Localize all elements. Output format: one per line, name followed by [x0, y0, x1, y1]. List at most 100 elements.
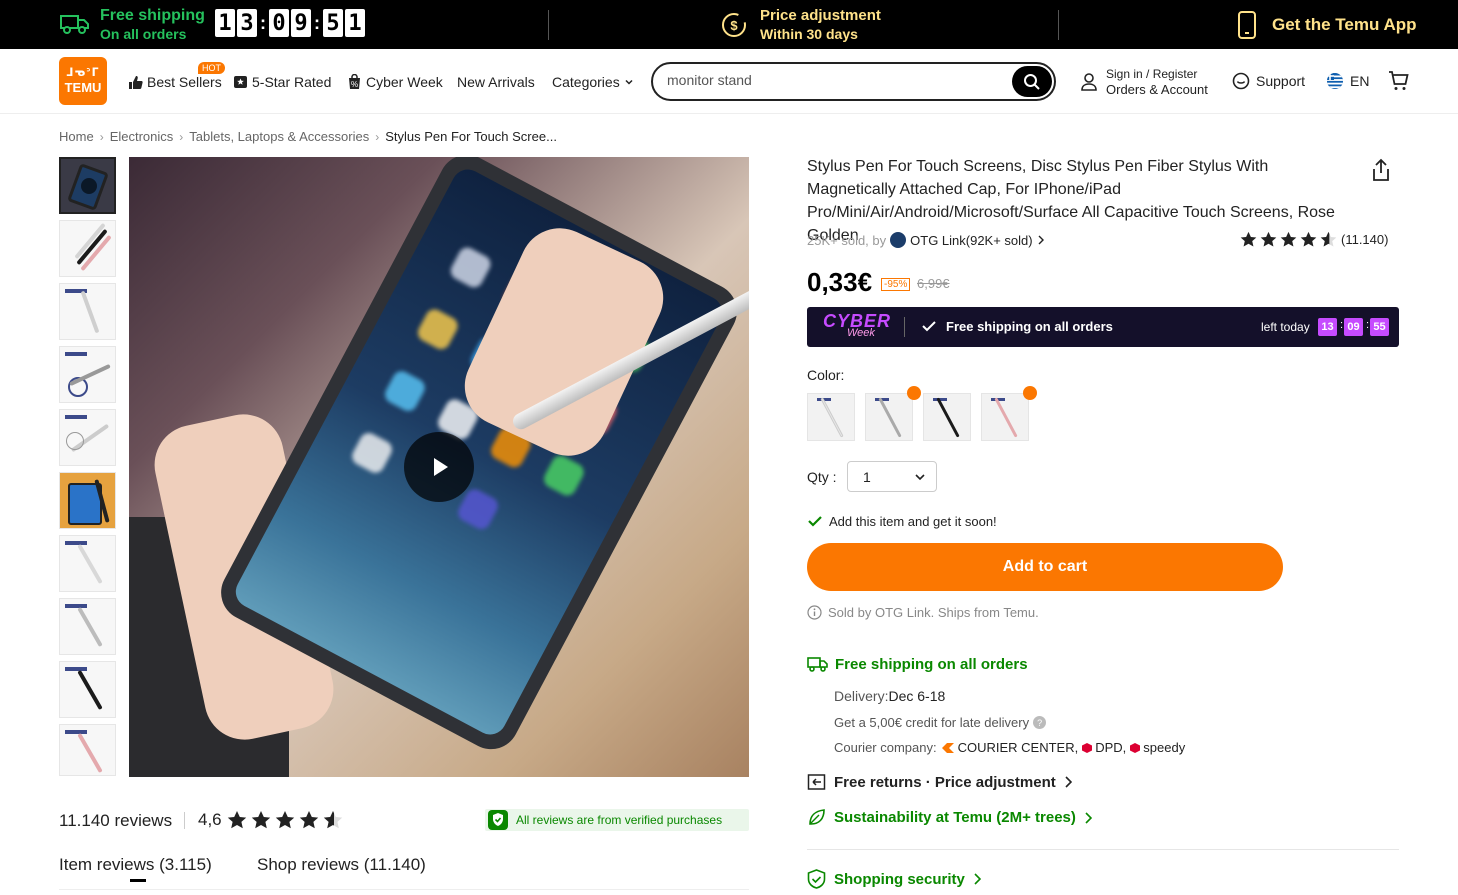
thumbnail-image[interactable]: [59, 409, 116, 466]
promo-divider: [548, 10, 549, 40]
rating-stars: [1240, 231, 1337, 248]
courier-center-name: COURIER CENTER,: [957, 740, 1079, 755]
logo-glyphs: ᒧᓀᐣᒥ: [66, 67, 100, 79]
svg-text:$: $: [730, 18, 738, 33]
play-video-button[interactable]: [404, 432, 474, 502]
user-icon: [1081, 73, 1097, 91]
countdown-digit: 1: [215, 9, 235, 37]
sustainability-link[interactable]: Sustainability at Temu (2M+ trees): [807, 808, 1092, 827]
price-adjust-icon: $: [722, 13, 746, 37]
breadcrumb-home[interactable]: Home: [59, 129, 94, 144]
truck-icon: [60, 15, 89, 34]
verified-text: All reviews are from verified purchases: [516, 813, 723, 827]
reviews-score: 4,6: [198, 810, 222, 829]
search-button[interactable]: [1012, 66, 1052, 97]
breadcrumb-tablets[interactable]: Tablets, Laptops & Accessories: [189, 129, 369, 144]
product-main-image[interactable]: [129, 157, 749, 777]
share-icon: [1373, 158, 1389, 181]
nav-categories[interactable]: Categories: [552, 74, 634, 90]
dpd-logo: [1082, 742, 1093, 753]
chevron-right-icon: ›: [99, 129, 104, 144]
shopping-security-link[interactable]: Shopping security: [807, 869, 981, 889]
thumbnail-image[interactable]: [59, 346, 116, 403]
color-swatch-rose-gold[interactable]: [981, 393, 1029, 441]
quantity-select[interactable]: 1: [847, 461, 937, 492]
product-rating[interactable]: (11.140): [1240, 231, 1388, 248]
tab-item-reviews[interactable]: Item reviews (3.115): [59, 855, 212, 875]
promo-shipping-title: Free shipping: [100, 7, 205, 24]
thumbnail-list: [59, 157, 116, 782]
search-bar: [651, 62, 1056, 101]
account-menu[interactable]: Sign in / Register Orders & Account: [1080, 67, 1208, 97]
thumbnail-video[interactable]: [59, 157, 116, 214]
search-input[interactable]: [667, 72, 997, 88]
support-link[interactable]: Support: [1232, 72, 1305, 90]
nav-best-sellers[interactable]: Best Sellers: [128, 74, 222, 90]
sold-info: 25K+ sold, by OTG Link(92K+ sold): [807, 232, 1045, 248]
free-shipping-section[interactable]: Free shipping on all orders: [807, 656, 1028, 673]
color-swatch-silver[interactable]: [865, 393, 913, 441]
star-half-icon: [1320, 231, 1337, 247]
greece-flag-icon: [1327, 73, 1343, 89]
promo-price-title: Price adjustment: [760, 7, 881, 24]
language-selector[interactable]: EN: [1326, 72, 1369, 90]
sustainability-label: Sustainability at Temu (2M+ trees): [834, 809, 1076, 826]
cart-button[interactable]: [1388, 70, 1410, 97]
promo-price-subtitle: Within 30 days: [760, 26, 858, 42]
left-today-hours: 13: [1318, 318, 1337, 336]
nav-five-star-rated[interactable]: 5-Star Rated: [233, 74, 331, 90]
section-divider: [807, 849, 1399, 850]
courier-speedy: speedy: [1130, 740, 1185, 755]
thumbnail-image[interactable]: [59, 598, 116, 655]
add-to-cart-button[interactable]: Add to cart: [807, 543, 1283, 591]
color-swatch-white[interactable]: [807, 393, 855, 441]
thumbnail-image[interactable]: [59, 220, 116, 277]
nav-label: Cyber Week: [366, 74, 443, 90]
late-delivery-credit: Get a 5,00€ credit for late delivery ?: [834, 715, 1047, 730]
truck-icon: [807, 657, 828, 672]
breadcrumb-current: Stylus Pen For Touch Scree...: [385, 129, 557, 144]
sign-in-label: Sign in / Register: [1106, 67, 1198, 81]
promo-countdown: 1 3 : 0 9 : 5 1: [215, 9, 365, 37]
chevron-right-icon: [1038, 235, 1044, 245]
percent-bag-icon: %: [349, 74, 360, 89]
star-icon: [227, 811, 247, 829]
availability-text: Add this item and get it soon!: [829, 513, 997, 529]
star-icon: [1300, 231, 1317, 247]
nav-new-arrivals[interactable]: New Arrivals: [457, 74, 535, 90]
thumbnail-image[interactable]: [59, 472, 116, 529]
star-icon: [275, 811, 295, 829]
language-label: EN: [1350, 73, 1370, 89]
star-badge-icon: [234, 75, 247, 88]
thumbnail-image[interactable]: [59, 535, 116, 592]
color-swatch-black[interactable]: [923, 393, 971, 441]
seller-link[interactable]: OTG Link(92K+ sold): [910, 233, 1032, 248]
svg-text:%: %: [351, 80, 358, 89]
thumbnail-image[interactable]: [59, 661, 116, 718]
tabs-divider: [59, 889, 749, 890]
thumbnail-image[interactable]: [59, 283, 116, 340]
star-icon: [1240, 231, 1257, 247]
help-icon[interactable]: ?: [1033, 716, 1047, 729]
share-button[interactable]: [1370, 158, 1392, 187]
free-returns-link[interactable]: Free returns · Price adjustment: [807, 773, 1072, 791]
security-label: Shopping security: [834, 870, 965, 888]
chevron-right-icon: [1065, 776, 1072, 788]
cyber-week-banner: CYBER Week Free shipping on all orders l…: [807, 307, 1399, 347]
thumbnail-image[interactable]: [59, 724, 116, 776]
banner-free-shipping: Free shipping on all orders: [946, 319, 1113, 334]
chevron-down-icon: [915, 474, 925, 481]
star-icon: [299, 811, 319, 829]
temu-logo[interactable]: ᒧᓀᐣᒥ TEMU: [59, 57, 107, 105]
discount-badge: -95%: [881, 278, 911, 291]
get-app-link[interactable]: Get the Temu App: [1272, 15, 1417, 35]
check-icon: [808, 516, 822, 527]
free-shipping-label: Free shipping on all orders: [835, 656, 1028, 673]
tab-shop-reviews[interactable]: Shop reviews (11.140): [257, 855, 426, 875]
current-price: 0,33€: [807, 267, 873, 297]
support-label: Support: [1256, 73, 1306, 89]
nav-cyber-week[interactable]: % Cyber Week: [347, 74, 443, 90]
returns-label: Free returns · Price adjustment: [834, 773, 1056, 791]
breadcrumb-electronics[interactable]: Electronics: [110, 129, 174, 144]
reviews-stars: [227, 810, 343, 830]
